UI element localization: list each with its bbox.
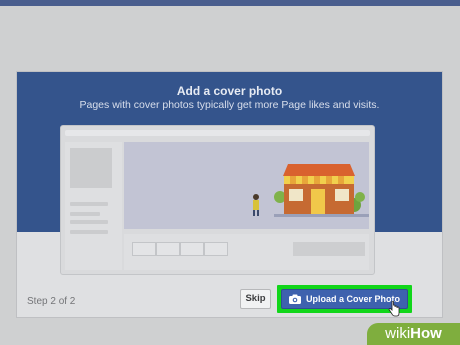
cover-photo-dialog: Add a cover photo Pages with cover photo… <box>16 71 443 318</box>
hand-cursor-icon <box>388 301 400 317</box>
preview-placeholder-line <box>70 220 108 224</box>
step-indicator: Step 2 of 2 <box>27 296 76 307</box>
top-nav-bar <box>0 0 460 6</box>
preview-placeholder-line <box>70 202 108 206</box>
dialog-title: Add a cover photo <box>176 84 283 98</box>
preview-top-bar <box>65 130 370 136</box>
preview-profile-picture <box>70 148 112 188</box>
skip-button[interactable]: Skip <box>240 289 271 309</box>
storefront-illustration <box>253 164 369 217</box>
upload-button-label: Upload a Cover Photo <box>306 294 401 304</box>
wikihow-watermark: wikiHow <box>367 323 460 345</box>
dialog-subtitle: Pages with cover photos typically get mo… <box>79 99 380 111</box>
watermark-part-wiki: wiki <box>385 325 411 342</box>
camera-icon <box>289 294 301 304</box>
preview-cover-area <box>124 142 369 229</box>
dialog-footer: Step 2 of 2 Skip Upload a Cover Photo <box>17 232 442 317</box>
preview-placeholder-line <box>70 212 100 216</box>
watermark-part-how: How <box>410 325 442 342</box>
